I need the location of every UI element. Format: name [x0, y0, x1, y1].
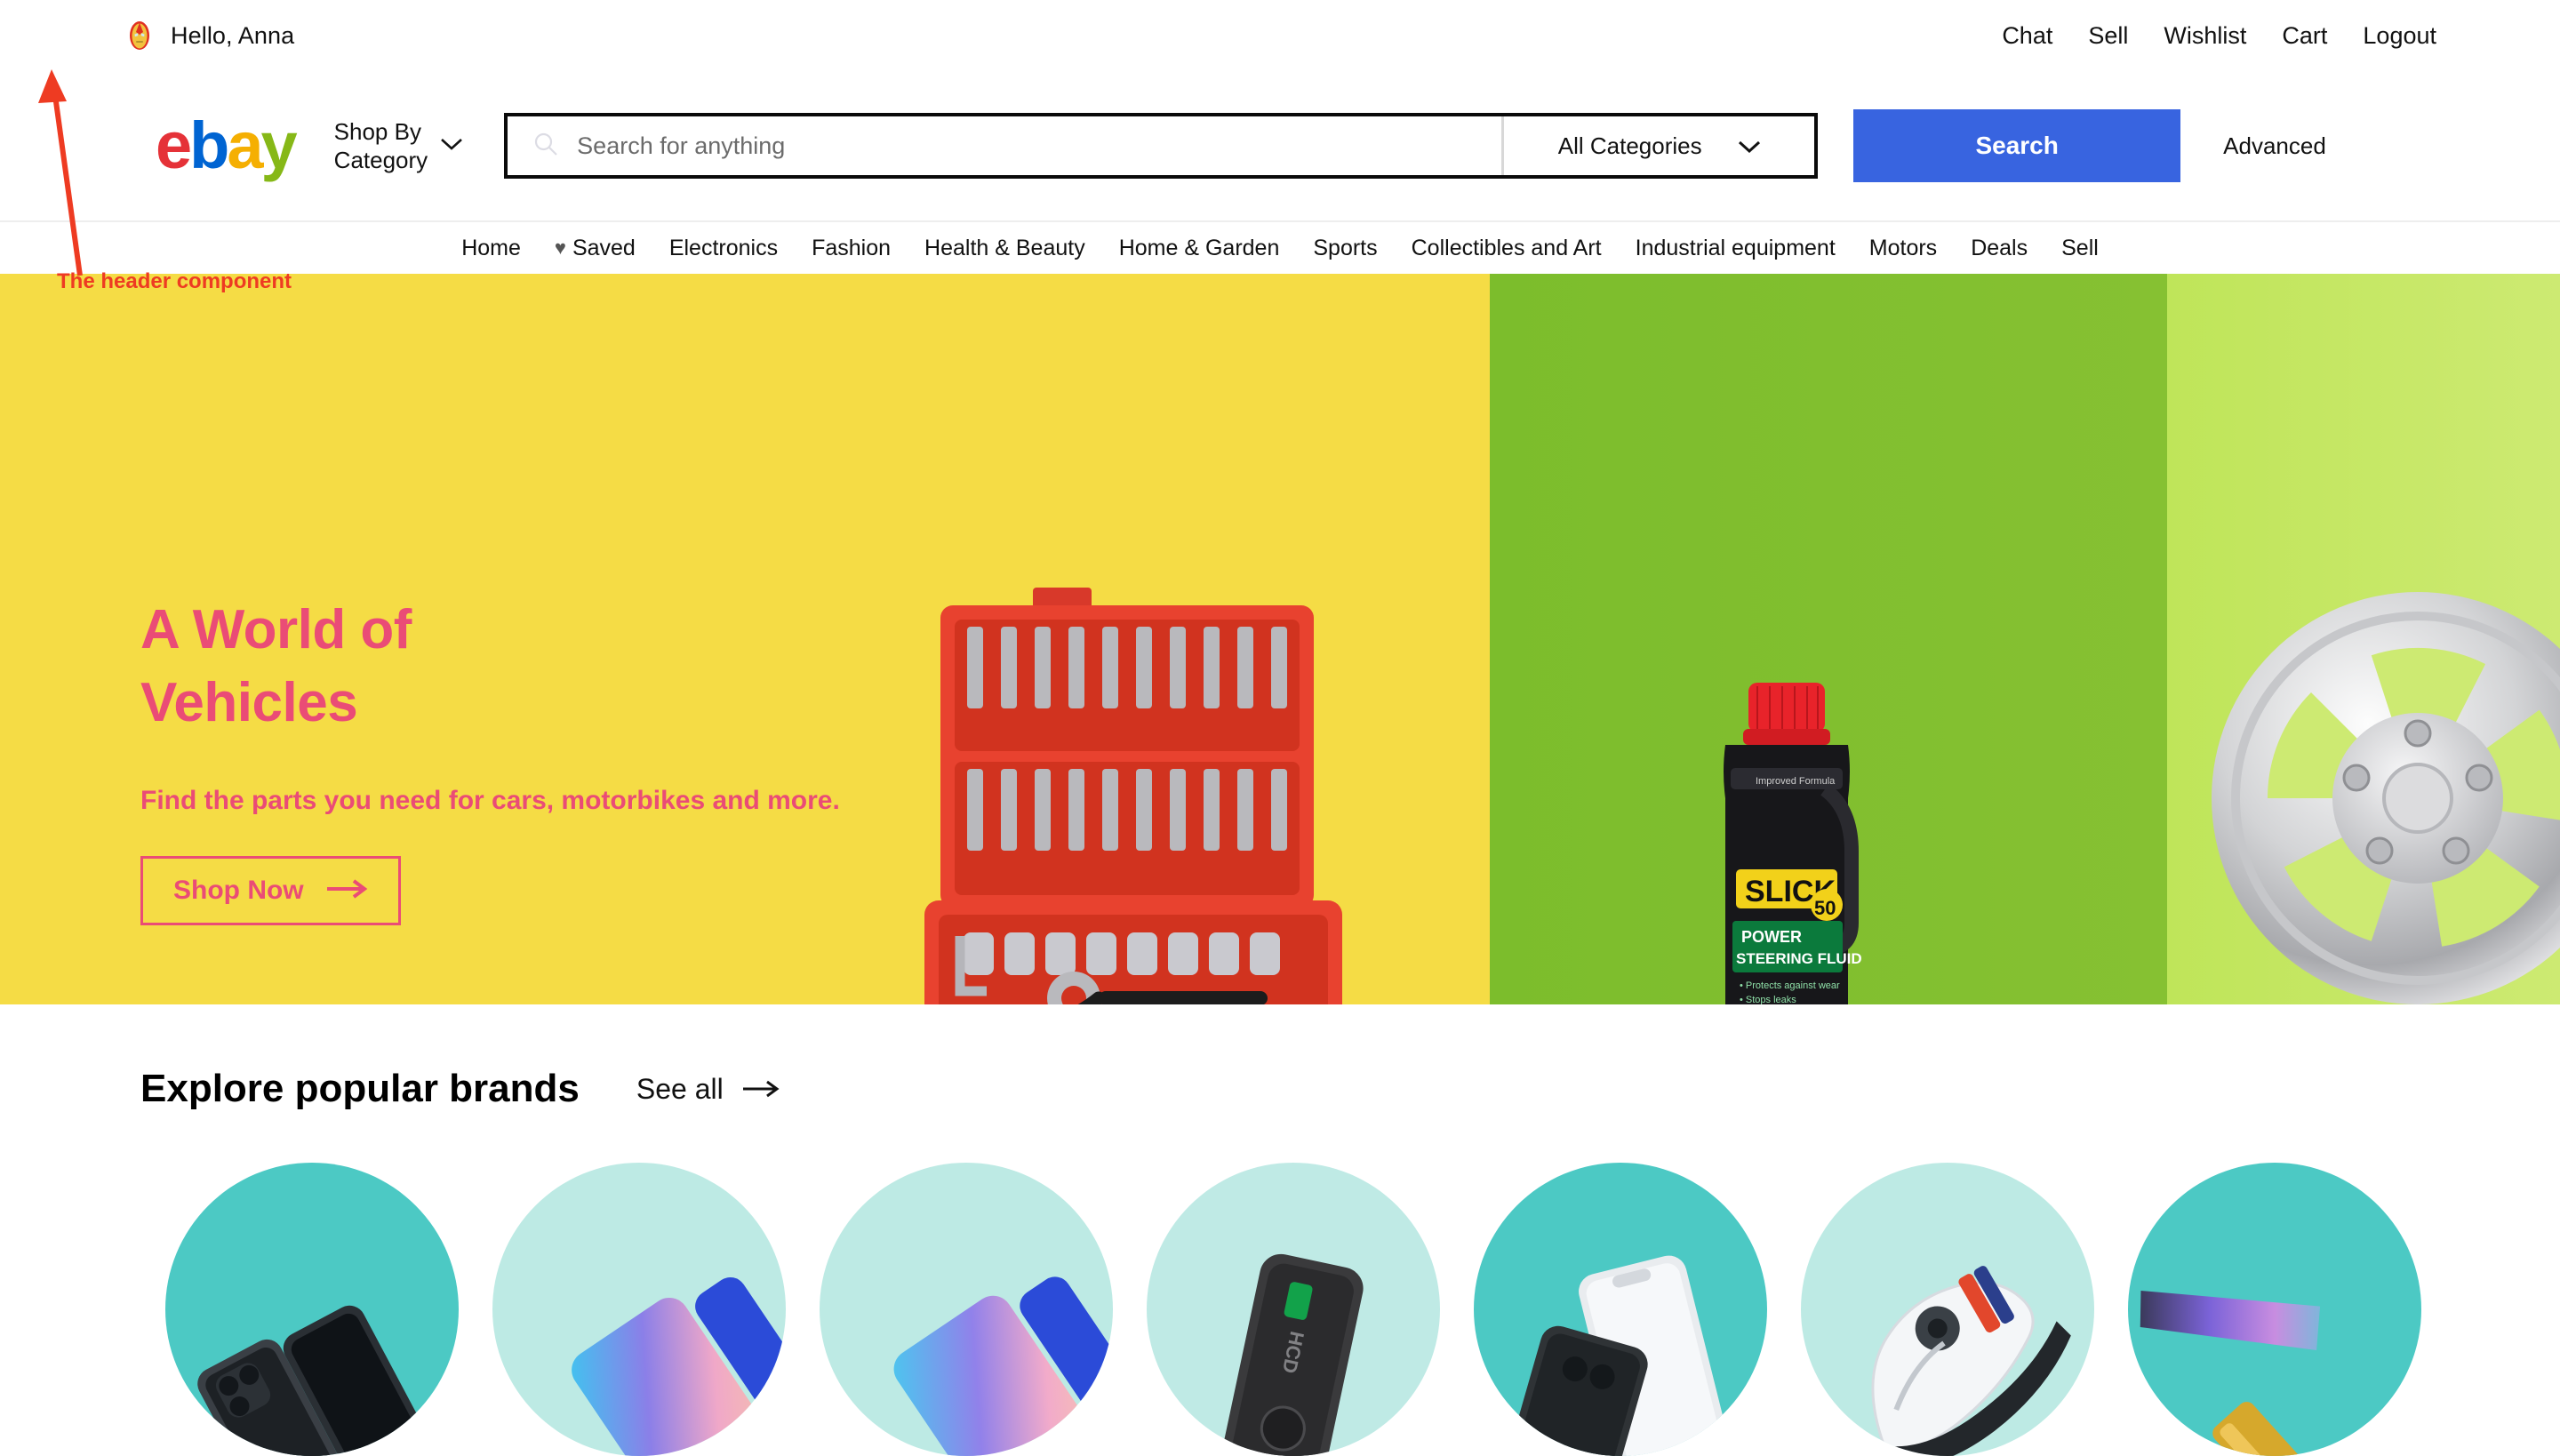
shop-by-line2: Category: [333, 147, 428, 173]
shop-by-line1: Shop By: [333, 117, 421, 145]
nav-label: Saved: [572, 235, 636, 260]
nav-item-saved[interactable]: ♥ Saved: [555, 236, 636, 261]
brand-circle-gradient-phone[interactable]: [492, 1163, 786, 1456]
brand-circle-iphone-pair[interactable]: [165, 1163, 459, 1456]
ebay-logo[interactable]: ebay: [156, 113, 298, 179]
advanced-search-link[interactable]: Advanced: [2223, 132, 2326, 160]
nav-item-fashion[interactable]: Fashion: [812, 236, 891, 261]
svg-text:• Protects against wear: • Protects against wear: [1740, 980, 1840, 991]
search-bar: All Categories: [504, 113, 1819, 179]
shop-now-label: Shop Now: [173, 876, 304, 906]
brand-circle-row: HCD: [0, 1163, 2560, 1456]
brand-circle-gradient-phone-2[interactable]: [820, 1163, 1113, 1456]
nav-label: Home & Garden: [1118, 235, 1280, 260]
arrow-right-icon: [742, 1073, 780, 1106]
nav-item-health-beauty[interactable]: Health & Beauty: [924, 236, 1085, 261]
see-all-label: See all: [636, 1072, 724, 1105]
category-dropdown-label: All Categories: [1557, 132, 1702, 159]
nav-item-electronics[interactable]: Electronics: [669, 236, 778, 261]
slick-50-bottle-image: Improved Formula SLICK 50 POWER STEERING…: [1724, 683, 1862, 1004]
search-input[interactable]: [577, 132, 1502, 160]
chevron-down-icon: [1738, 132, 1761, 160]
hero-title: A World of Vehicles: [140, 594, 840, 740]
nav-item-industrial-equipment[interactable]: Industrial equipment: [1636, 236, 1836, 261]
arrow-right-icon: [326, 876, 368, 906]
svg-text:50: 50: [1814, 897, 1836, 919]
ironman-avatar-icon[interactable]: [124, 20, 155, 51]
shop-by-category-label: Shop By Category: [334, 117, 428, 174]
nav-label: Health & Beauty: [924, 235, 1085, 260]
nav-item-deals[interactable]: Deals: [1971, 236, 2028, 261]
category-nav-inner: Home ♥ Saved Electronics Fashion Health &…: [461, 236, 2099, 261]
category-dropdown[interactable]: All Categories: [1501, 116, 1814, 175]
account-topbar: Hello, Anna Chat Sell Wishlist Cart Logo…: [0, 0, 2560, 71]
socket-tool-set-case-image: [924, 588, 1342, 1004]
topbar-link-cart[interactable]: Cart: [2278, 20, 2331, 52]
nav-label: Industrial equipment: [1635, 235, 1836, 260]
brand-circle-laptop-edge[interactable]: [2128, 1163, 2421, 1456]
nav-label: Fashion: [812, 235, 892, 260]
annotation-arrow-icon: [38, 69, 83, 276]
search-icon: [532, 131, 559, 162]
svg-text:Improved Formula: Improved Formula: [1756, 776, 1836, 787]
svg-text:• Stops leaks: • Stops leaks: [1740, 995, 1796, 1004]
nav-item-home-garden[interactable]: Home & Garden: [1119, 236, 1280, 261]
topbar-link-sell[interactable]: Sell: [2084, 20, 2132, 52]
nav-item-sell[interactable]: Sell: [2061, 236, 2099, 261]
nav-label: Motors: [1868, 235, 1938, 260]
logo-letter-a: a: [227, 108, 263, 182]
hero-banner: Improved Formula SLICK 50 POWER STEERING…: [0, 274, 2560, 1004]
category-nav: Home ♥ Saved Electronics Fashion Health &…: [0, 220, 2560, 274]
shop-now-button[interactable]: Shop Now: [140, 856, 401, 926]
hero-title-line1: A World of: [140, 599, 412, 660]
brand-circle-sneaker[interactable]: [1801, 1163, 2094, 1456]
logo-letter-y: y: [260, 108, 298, 182]
topbar-links: Chat Sell Wishlist Cart Logout: [1998, 20, 2440, 52]
hero-title-line2: Vehicles: [140, 671, 358, 733]
greeting-text: Hello, Anna: [171, 21, 295, 49]
nav-item-home[interactable]: Home: [461, 236, 521, 261]
chrome-hubcap-image: [2212, 592, 2560, 1004]
nav-label: Collectibles and Art: [1411, 235, 1602, 260]
brands-title: Explore popular brands: [140, 1067, 580, 1110]
shop-by-category-button[interactable]: Shop By Category: [334, 117, 464, 174]
brand-circle-smartphone-back[interactable]: [1474, 1163, 1767, 1456]
brand-circle-power-bank[interactable]: HCD: [1147, 1163, 1440, 1456]
topbar-link-wishlist[interactable]: Wishlist: [2160, 20, 2250, 52]
search-button[interactable]: Search: [1853, 109, 2181, 182]
nav-label: Sell: [2061, 235, 2099, 260]
hero-copy-block: A World of Vehicles Find the parts you n…: [140, 594, 840, 926]
nav-label: Deals: [1971, 235, 2028, 260]
topbar-link-logout[interactable]: Logout: [2359, 20, 2440, 52]
heart-icon: ♥: [554, 236, 566, 259]
nav-label: Electronics: [668, 235, 779, 260]
nav-item-collectibles-art[interactable]: Collectibles and Art: [1412, 236, 1602, 261]
brands-header: Explore popular brands See all: [140, 1004, 2560, 1111]
search-field-group: [508, 116, 1502, 175]
main-header: ebay Shop By Category All Categories Sea…: [0, 71, 2560, 220]
hero-subtitle: Find the parts you need for cars, motorb…: [140, 785, 840, 815]
nav-label: Sports: [1313, 235, 1378, 260]
nav-item-motors[interactable]: Motors: [1869, 236, 1937, 261]
topbar-link-chat[interactable]: Chat: [1998, 20, 2056, 52]
topbar-left-group: Hello, Anna: [124, 20, 294, 51]
chevron-down-icon: [440, 137, 463, 156]
see-all-brands-link[interactable]: See all: [636, 1073, 780, 1106]
logo-letter-e: e: [156, 108, 192, 182]
svg-text:POWER: POWER: [1741, 928, 1802, 946]
svg-text:STEERING FLUID: STEERING FLUID: [1736, 950, 1862, 967]
logo-letter-b: b: [189, 108, 229, 182]
nav-item-sports[interactable]: Sports: [1313, 236, 1377, 261]
nav-label: Home: [461, 235, 521, 260]
